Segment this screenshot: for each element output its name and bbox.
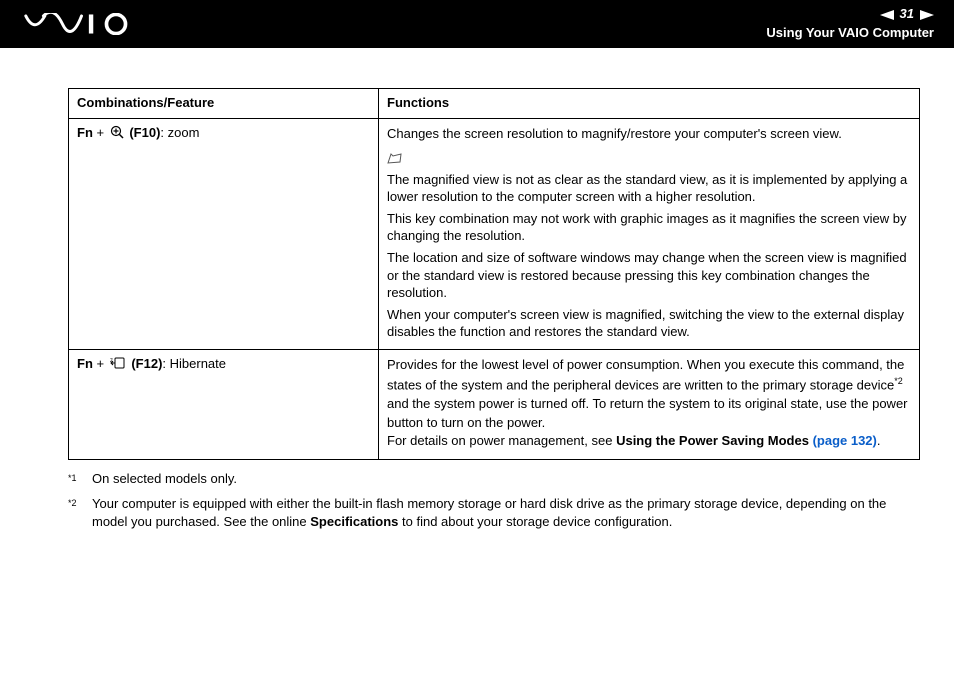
combo-label-zoom: : zoom: [160, 125, 199, 140]
specifications-bold: Specifications: [310, 514, 398, 529]
footnotes: *1 On selected models only. *2 Your comp…: [68, 470, 920, 531]
footnote-2: *2 Your computer is equipped with either…: [68, 495, 920, 531]
power-modes-link-text: Using the Power Saving Modes: [616, 433, 812, 448]
footnote-marker-1: *1: [68, 470, 92, 485]
zoom-note-3: The location and size of software window…: [387, 249, 911, 302]
section-title: Using Your VAIO Computer: [766, 25, 934, 42]
header-bar: 31 Using Your VAIO Computer: [0, 0, 954, 48]
plus-sign: +: [93, 356, 108, 371]
footnote-text-2: Your computer is equipped with either th…: [92, 495, 920, 531]
prev-page-icon[interactable]: [880, 10, 894, 20]
page-content: Combinations/Feature Functions Fn + (F10…: [0, 48, 954, 531]
table-row: Fn + (F10): zoom Changes the screen reso…: [69, 119, 920, 350]
cell-func-zoom: Changes the screen resolution to magnify…: [379, 119, 920, 350]
feature-table: Combinations/Feature Functions Fn + (F10…: [68, 88, 920, 460]
page-navigation: 31: [766, 6, 934, 23]
fn-label: Fn: [77, 125, 93, 140]
cell-combo-zoom: Fn + (F10): zoom: [69, 119, 379, 350]
note-icon: [387, 152, 911, 167]
zoom-note-1: The magnified view is not as clear as th…: [387, 171, 911, 206]
combo-label-hibernate: : Hibernate: [162, 356, 226, 371]
footnote-marker-2: *2: [68, 495, 92, 510]
period: .: [877, 433, 881, 448]
th-functions: Functions: [379, 89, 920, 119]
hibernate-desc-1a: Provides for the lowest level of power c…: [387, 357, 904, 392]
key-f12: (F12): [131, 356, 162, 371]
vaio-logo: [18, 13, 148, 35]
cell-combo-hibernate: Fn + z (F12): Hibernate: [69, 349, 379, 460]
zoom-description: Changes the screen resolution to magnify…: [387, 125, 911, 144]
header-right: 31 Using Your VAIO Computer: [766, 6, 934, 42]
key-f10: (F10): [129, 125, 160, 140]
page-link-132[interactable]: (page 132): [813, 433, 877, 448]
th-combinations: Combinations/Feature: [69, 89, 379, 119]
footnote-ref-2: *2: [894, 376, 903, 386]
table-row: Fn + z (F12): Hibernate Provides for the…: [69, 349, 920, 460]
footnote-text-1: On selected models only.: [92, 470, 920, 488]
page-number: 31: [900, 6, 914, 23]
zoom-note-4: When your computer's screen view is magn…: [387, 306, 911, 341]
zoom-note-2: This key combination may not work with g…: [387, 210, 911, 245]
hibernate-desc-1b: and the system power is turned off. To r…: [387, 396, 908, 430]
fn-label: Fn: [77, 356, 93, 371]
plus-sign: +: [93, 125, 108, 140]
table-header-row: Combinations/Feature Functions: [69, 89, 920, 119]
cell-func-hibernate: Provides for the lowest level of power c…: [379, 349, 920, 460]
footnote-1: *1 On selected models only.: [68, 470, 920, 488]
hibernate-desc-2a: For details on power management, see: [387, 433, 616, 448]
footnote-2-part-c: to find about your storage device config…: [398, 514, 672, 529]
hibernate-icon: z: [110, 356, 126, 373]
next-page-icon[interactable]: [920, 10, 934, 20]
zoom-icon: [110, 125, 124, 142]
